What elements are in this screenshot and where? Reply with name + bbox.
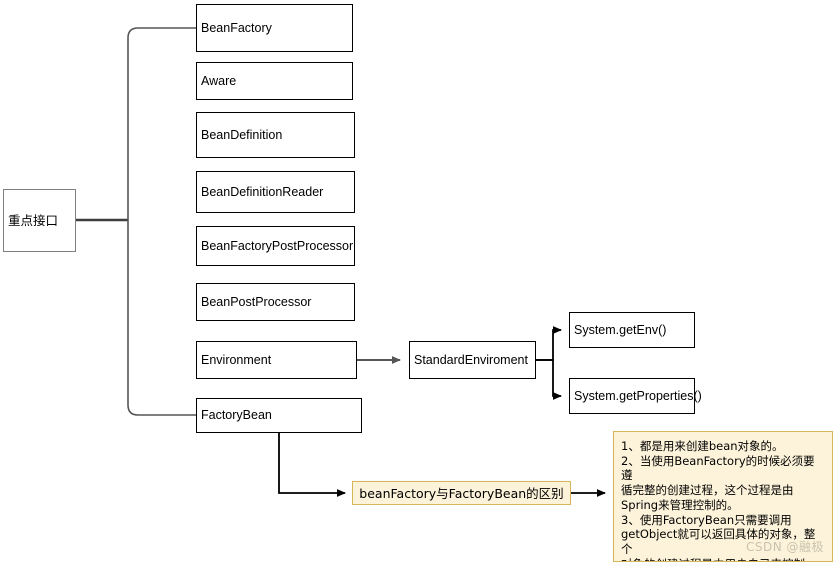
node-aware-label: Aware <box>201 73 237 88</box>
node-beanfactorypostprocessor-label: BeanFactoryPostProcessor <box>201 238 354 253</box>
node-note-label-text: beanFactory与FactoryBean的区别 <box>359 485 564 501</box>
note-line: 对象的创建过程是由用户自己来控制 <box>621 557 826 561</box>
diagram-canvas: 重点接口 BeanFactory Aware BeanDefinition Be… <box>0 0 836 563</box>
connector-standardenviroment-to-getproperties <box>536 359 562 400</box>
node-beandefinitionreader[interactable]: BeanDefinitionReader <box>196 171 355 213</box>
node-aware[interactable]: Aware <box>196 62 353 100</box>
note-box[interactable]: 1、都是用来创建bean对象的。 2、当使用BeanFactory的时候必须要遵… <box>613 431 833 562</box>
note-line: 循完整的创建过程，这个过程是由 <box>621 483 794 498</box>
node-beandefinitionreader-label: BeanDefinitionReader <box>201 184 324 199</box>
node-note-label[interactable]: beanFactory与FactoryBean的区别 <box>352 481 571 505</box>
node-beanfactory[interactable]: BeanFactory <box>196 4 353 52</box>
node-root[interactable]: 重点接口 <box>3 189 76 252</box>
node-factorybean-label: FactoryBean <box>201 408 272 422</box>
node-system-getproperties-label: System.getProperties() <box>574 388 702 403</box>
node-standardenviroment-label: StandardEnviroment <box>414 352 528 367</box>
node-environment[interactable]: Environment <box>196 341 357 379</box>
note-line: 1、都是用来创建bean对象的。 <box>621 439 784 453</box>
note-line: 2、当使用BeanFactory的时候必须要遵 <box>621 453 815 483</box>
node-standardenviroment[interactable]: StandardEnviroment <box>409 341 536 379</box>
node-beandefinition[interactable]: BeanDefinition <box>196 112 355 158</box>
connector-factorybean-to-note-label <box>278 433 346 497</box>
node-beandefinition-label: BeanDefinition <box>201 127 283 142</box>
note-line: 3、使用FactoryBean只需要调用 <box>621 512 792 527</box>
csdn-watermark: CSDN @融极 <box>745 539 824 554</box>
node-system-getenv-label: System.getEnv() <box>574 322 667 337</box>
node-beanfactory-label: BeanFactory <box>201 20 272 35</box>
node-beanpostprocessor-label: BeanPostProcessor <box>201 294 312 309</box>
node-beanfactorypostprocessor[interactable]: BeanFactoryPostProcessor <box>196 226 355 266</box>
connector-standardenviroment-to-getenv <box>536 326 562 361</box>
connector-trunk-to-factorybean <box>127 220 196 416</box>
node-system-getproperties[interactable]: System.getProperties() <box>569 378 702 414</box>
note-line: Spring来管理控制的。 <box>621 497 739 512</box>
node-environment-label: Environment <box>201 352 272 367</box>
node-root-label: 重点接口 <box>8 213 59 228</box>
node-system-getenv[interactable]: System.getEnv() <box>569 312 695 348</box>
node-beanpostprocessor[interactable]: BeanPostProcessor <box>196 283 355 321</box>
connector-trunk-to-beanfactory <box>127 27 196 220</box>
node-factorybean[interactable]: FactoryBean <box>196 398 362 433</box>
